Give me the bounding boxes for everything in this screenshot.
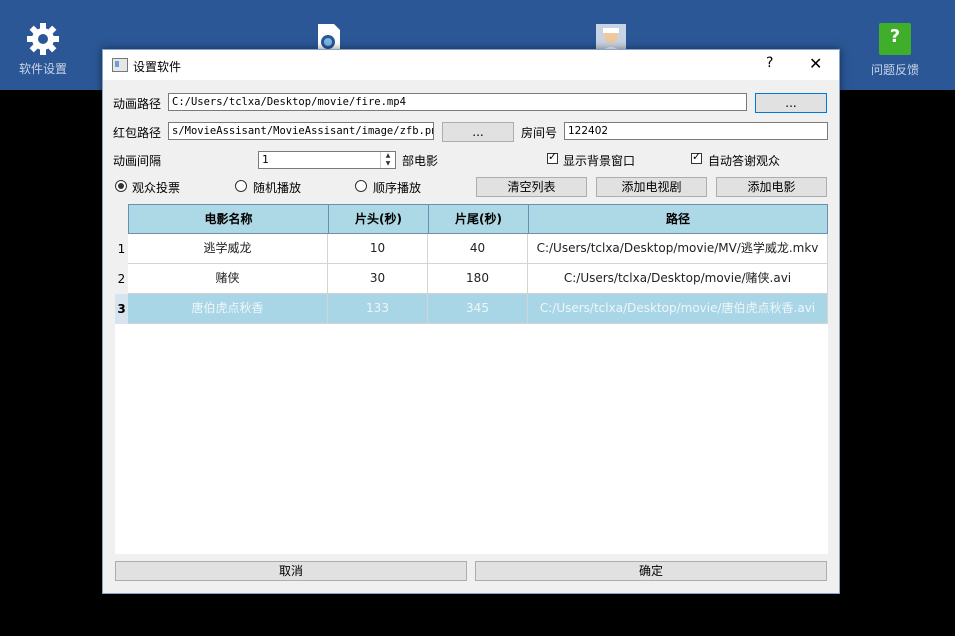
toolbar-label: 软件设置 [18, 62, 67, 76]
interval-label: 动画间隔 [113, 154, 162, 168]
table-cell-tail[interactable]: 180 [428, 264, 528, 294]
add-tv-button[interactable]: 添加电视剧 [596, 177, 707, 197]
dialog-titlebar[interactable]: 设置软件 ? ✕ [103, 50, 839, 80]
clear-list-button[interactable]: 清空列表 [476, 177, 587, 197]
table-cell-path[interactable]: C:/Users/tclxa/Desktop/movie/唐伯虎点秋香.avi [528, 294, 828, 324]
dialog-title: 设置软件 [133, 60, 182, 74]
table-cell-head[interactable]: 10 [328, 234, 428, 264]
toolbar-feedback[interactable]: 问题反馈 [860, 22, 930, 78]
add-movie-button[interactable]: 添加电影 [716, 177, 827, 197]
header-name[interactable]: 电影名称 [128, 204, 329, 234]
settings-dialog: 设置软件 ? ✕ 动画路径 C:/Users/tclxa/Desktop/mov… [102, 49, 840, 594]
row-number[interactable]: 3 [115, 294, 128, 324]
row-number[interactable]: 1 [115, 234, 128, 264]
anim-path-label: 动画路径 [113, 97, 162, 111]
spin-down-icon[interactable]: ▼ [381, 160, 395, 168]
anim-path-input[interactable]: C:/Users/tclxa/Desktop/movie/fire.mp4 [168, 93, 747, 111]
room-label: 房间号 [521, 126, 558, 140]
header-path[interactable]: 路径 [528, 204, 828, 234]
hb-path-input[interactable]: s/MovieAssisant/MovieAssisant/image/zfb.… [168, 122, 434, 140]
show-bg-checkbox[interactable] [547, 150, 558, 164]
table-cell-name[interactable]: 逃学威龙 [128, 234, 328, 264]
table-cell-head[interactable]: 133 [328, 294, 428, 324]
movie-table[interactable]: 电影名称 片头(秒) 片尾(秒) 路径 1 逃学威龙 10 40 C:/User… [115, 204, 828, 554]
close-button[interactable]: ✕ [809, 54, 822, 73]
table-cell-name[interactable]: 赌侠 [128, 264, 328, 294]
spin-arrows[interactable]: ▲ ▼ [380, 152, 395, 168]
spin-up-icon[interactable]: ▲ [381, 152, 395, 160]
interval-unit: 部电影 [402, 154, 439, 168]
radio-random[interactable] [235, 180, 247, 192]
row-number[interactable]: 2 [115, 264, 128, 294]
hb-path-label: 红包路径 [113, 126, 162, 140]
auto-thanks-checkbox[interactable] [691, 150, 702, 164]
room-input[interactable]: 122402 [564, 122, 828, 140]
table-cell-name[interactable]: 唐伯虎点秋香 [128, 294, 328, 324]
table-cell-head[interactable]: 30 [328, 264, 428, 294]
radio-order[interactable] [355, 180, 367, 192]
show-bg-label: 显示背景窗口 [563, 154, 636, 168]
interval-value: 1 [262, 153, 269, 166]
table-cell-tail[interactable]: 345 [428, 294, 528, 324]
radio-order-label: 顺序播放 [373, 181, 422, 195]
anim-browse-button[interactable]: ... [755, 93, 827, 113]
auto-thanks-label: 自动答谢观众 [708, 154, 781, 168]
toolbar-software-settings[interactable]: 软件设置 [8, 22, 78, 77]
ok-button[interactable]: 确定 [475, 561, 827, 581]
radio-vote-label: 观众投票 [132, 181, 181, 195]
cancel-button[interactable]: 取消 [115, 561, 467, 581]
radio-vote[interactable] [115, 180, 127, 192]
table-corner [115, 204, 128, 234]
table-cell-path[interactable]: C:/Users/tclxa/Desktop/movie/赌侠.avi [528, 264, 828, 294]
header-head[interactable]: 片头(秒) [328, 204, 429, 234]
window-icon [112, 58, 128, 72]
gear-icon [26, 22, 60, 56]
header-tail[interactable]: 片尾(秒) [428, 204, 529, 234]
help-icon [878, 23, 912, 57]
table-cell-tail[interactable]: 40 [428, 234, 528, 264]
hb-browse-button[interactable]: ... [442, 122, 514, 142]
table-cell-path[interactable]: C:/Users/tclxa/Desktop/movie/MV/逃学威龙.mkv [528, 234, 828, 264]
help-button[interactable]: ? [766, 55, 773, 71]
toolbar-label: 问题反馈 [870, 63, 919, 77]
radio-random-label: 随机播放 [253, 181, 302, 195]
interval-spinbox[interactable]: 1 ▲ ▼ [258, 151, 396, 169]
